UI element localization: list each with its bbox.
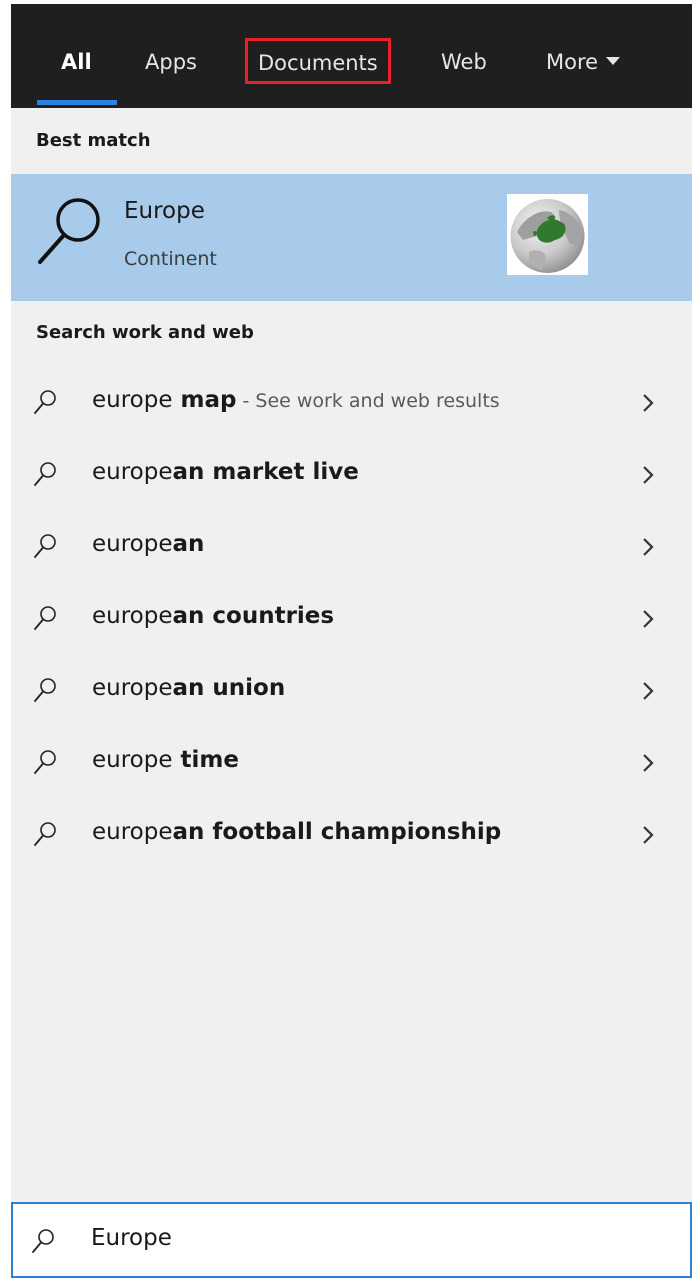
suggestion-query: europe — [92, 747, 173, 773]
search-icon — [34, 606, 56, 630]
suggestion-text: europe time — [92, 747, 239, 773]
search-icon — [34, 462, 56, 486]
suggestion-text: european countries — [92, 603, 334, 629]
chevron-right-icon — [643, 610, 654, 628]
suggestion-query: europe — [92, 459, 173, 485]
suggestion-completion: an countries — [172, 603, 335, 629]
best-match-title: Europe — [124, 198, 205, 224]
suggestion-completion: time — [172, 747, 239, 773]
suggestion-item[interactable]: european union — [11, 654, 692, 726]
europe-globe-image — [507, 194, 588, 275]
search-input[interactable]: Europe — [11, 1202, 692, 1278]
search-filter-tabs: All Apps Documents Web More — [11, 4, 692, 108]
suggestion-item[interactable]: european market live — [11, 438, 692, 510]
suggestion-completion: an market live — [172, 459, 359, 485]
suggestion-query: europe — [92, 675, 173, 701]
suggestion-text: european market live — [92, 459, 359, 485]
chevron-right-icon — [643, 682, 654, 700]
suggestion-completion: map — [172, 387, 237, 413]
suggestion-item[interactable]: europe time — [11, 726, 692, 798]
suggestion-completion: an football championship — [172, 819, 502, 845]
tab-documents[interactable]: Documents — [245, 38, 391, 84]
tab-apps[interactable]: Apps — [145, 46, 197, 78]
best-match-result[interactable]: Europe Continent — [11, 174, 692, 301]
suggestion-item[interactable]: european — [11, 510, 692, 582]
search-icon — [34, 822, 56, 846]
active-tab-indicator — [37, 100, 117, 105]
chevron-right-icon — [643, 394, 654, 412]
tab-web[interactable]: Web — [441, 46, 487, 78]
tab-more-label: More — [546, 50, 599, 74]
search-icon — [38, 198, 100, 264]
caret-down-icon — [606, 57, 621, 65]
search-work-web-header: Search work and web — [36, 322, 254, 343]
suggestion-completion: an — [172, 531, 205, 557]
suggestion-text: european union — [92, 675, 285, 701]
suggestion-item[interactable]: european countries — [11, 582, 692, 654]
chevron-right-icon — [643, 466, 654, 484]
suggestion-query: europe — [92, 387, 173, 413]
suggestion-item[interactable]: european football championship — [11, 798, 692, 870]
suggestion-completion: an union — [172, 675, 286, 701]
suggestion-hint: - See work and web results — [236, 390, 500, 412]
search-icon — [34, 390, 56, 414]
chevron-right-icon — [643, 538, 654, 556]
suggestion-query: europe — [92, 819, 173, 845]
suggestion-query: europe — [92, 603, 173, 629]
suggestion-text: european — [92, 531, 204, 557]
suggestion-query: europe — [92, 531, 173, 557]
search-icon — [34, 534, 56, 558]
search-icon — [32, 1229, 54, 1253]
suggestion-list: europe map - See work and web results eu… — [11, 366, 692, 870]
tab-all[interactable]: All — [61, 46, 92, 78]
chevron-right-icon — [643, 826, 654, 844]
best-match-header: Best match — [36, 130, 151, 151]
chevron-right-icon — [643, 754, 654, 772]
search-panel: All Apps Documents Web More Best match E… — [11, 4, 692, 1278]
search-icon — [34, 750, 56, 774]
suggestion-text: european football championship — [92, 819, 501, 845]
search-icon — [34, 678, 56, 702]
best-match-subtitle: Continent — [124, 248, 217, 270]
suggestion-text: europe map - See work and web results — [92, 387, 500, 413]
tab-more[interactable]: More — [546, 46, 621, 78]
suggestion-item[interactable]: europe map - See work and web results — [11, 366, 692, 438]
search-input-value[interactable]: Europe — [91, 1225, 172, 1251]
